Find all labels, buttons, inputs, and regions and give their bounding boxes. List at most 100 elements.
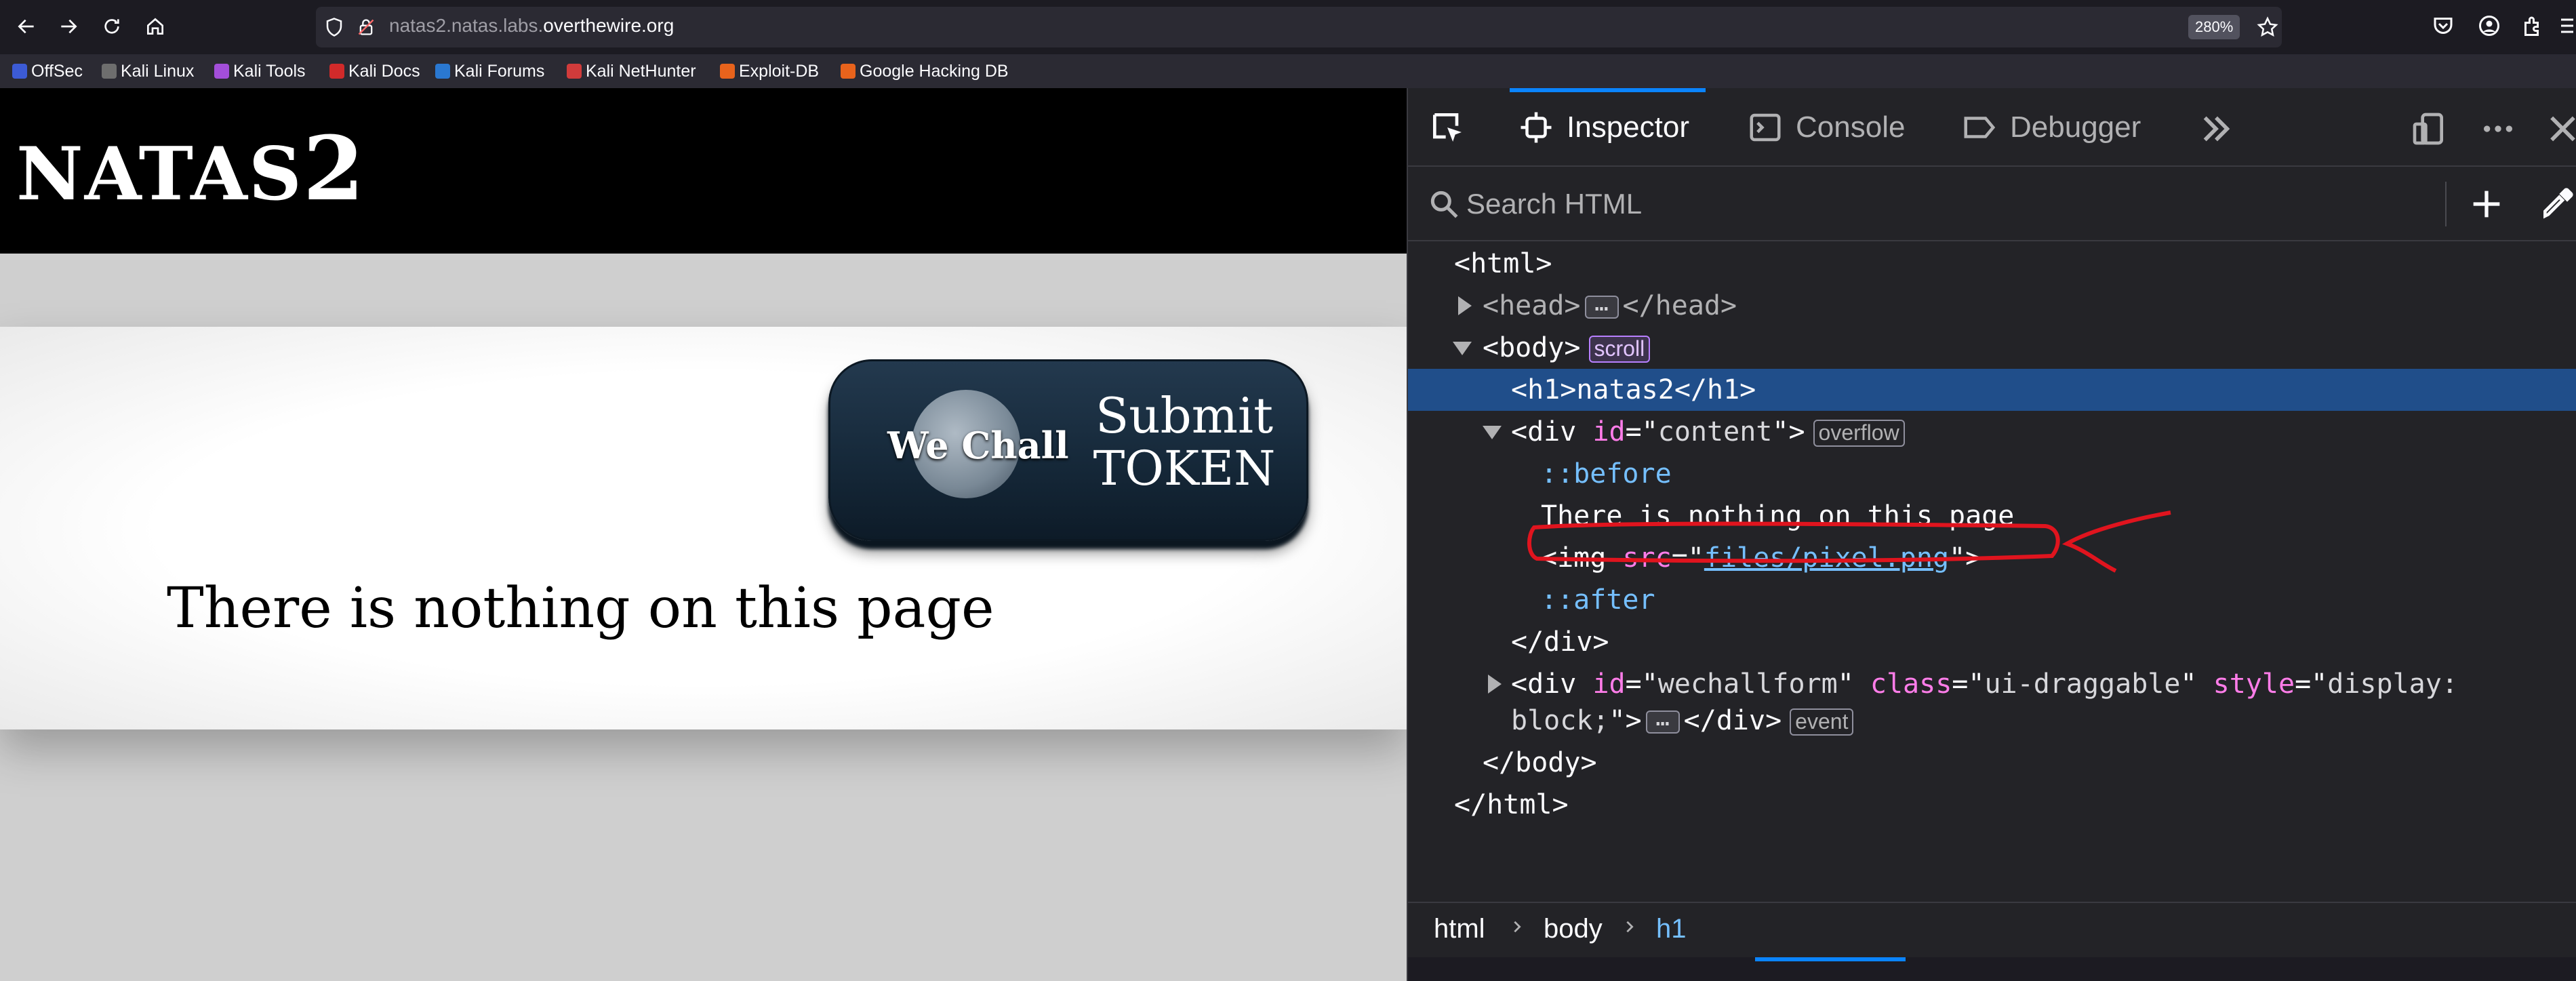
url-bar[interactable]: natas2.natas.labs.overthewire.org 280% bbox=[316, 7, 2282, 47]
url-domain: overthewire.org bbox=[543, 15, 675, 36]
tree-row-before[interactable]: ::before bbox=[1408, 453, 2576, 495]
browser-toolbar: natas2.natas.labs.overthewire.org 280% bbox=[0, 0, 2576, 54]
devtools-panel: Inspector Console Debugger <html> <head>… bbox=[1407, 88, 2576, 981]
offsec-icon bbox=[12, 64, 27, 79]
bookmark-kali-docs[interactable]: Kali Docs bbox=[329, 60, 420, 83]
src-attr: src bbox=[1622, 542, 1672, 574]
tab-inspector-label: Inspector bbox=[1567, 111, 1689, 144]
tab-inspector[interactable]: Inspector bbox=[1510, 88, 1706, 167]
breadcrumb-body[interactable]: body bbox=[1544, 914, 1603, 944]
home-button[interactable] bbox=[138, 9, 172, 43]
bookmark-star-icon[interactable] bbox=[2256, 16, 2279, 39]
bookmark-label: Exploit-DB bbox=[739, 61, 820, 81]
element-picker-icon[interactable] bbox=[1428, 108, 1466, 146]
bookmark-label: OffSec bbox=[31, 61, 83, 81]
tree-row-html-close[interactable]: </html> bbox=[1408, 784, 2576, 826]
more-options-icon[interactable] bbox=[2479, 110, 2517, 148]
kali-dragon-icon bbox=[102, 64, 117, 79]
chevron-double-right-icon[interactable] bbox=[2197, 110, 2235, 148]
console-icon bbox=[1750, 113, 1781, 142]
expand-toggle-icon[interactable] bbox=[1458, 296, 1472, 315]
close-icon[interactable] bbox=[2548, 110, 2576, 148]
bookmark-google-hacking-db[interactable]: Google Hacking DB bbox=[841, 60, 1009, 83]
src-link[interactable]: files/pixel.png bbox=[1704, 542, 1949, 574]
ellipsis-icon[interactable]: … bbox=[1645, 706, 1680, 734]
tree-row-html[interactable]: <html> bbox=[1408, 243, 2576, 285]
text-node: There is nothing on this page bbox=[1541, 500, 2015, 532]
html-close-tag: </html> bbox=[1454, 789, 1569, 820]
sidebar-tabbar bbox=[1408, 957, 2576, 981]
tree-row-after[interactable]: ::after bbox=[1408, 579, 2576, 621]
account-icon[interactable] bbox=[2477, 14, 2501, 38]
kali-forums-icon bbox=[435, 64, 450, 79]
tree-row-img[interactable]: <img src="files/pixel.png"> bbox=[1408, 537, 2576, 579]
shield-icon[interactable] bbox=[324, 16, 344, 38]
arrow-left-icon bbox=[18, 19, 34, 34]
before-pseudo: ::before bbox=[1541, 458, 1672, 489]
bookmark-kali-tools[interactable]: Kali Tools bbox=[214, 60, 306, 83]
url-text[interactable]: natas2.natas.labs.overthewire.org bbox=[389, 15, 674, 37]
tree-row-head[interactable]: <head>… </head> bbox=[1408, 285, 2576, 327]
pocket-icon[interactable] bbox=[2431, 14, 2455, 38]
after-pseudo: ::after bbox=[1541, 584, 1655, 616]
bookmarks-toolbar: OffSec Kali Linux Kali Tools Kali Docs K… bbox=[0, 54, 2576, 88]
scroll-badge[interactable]: scroll bbox=[1588, 336, 1651, 363]
breadcrumb: html body h1 bbox=[1408, 902, 2576, 956]
div-tag-name: div bbox=[1527, 416, 1577, 447]
class-value: ui-draggable bbox=[1984, 668, 2181, 700]
html-open-tag: <html> bbox=[1454, 248, 1552, 279]
style-attr: style bbox=[2213, 668, 2295, 700]
id-attr: id bbox=[1592, 668, 1626, 700]
body-open-tag: <body> bbox=[1483, 332, 1581, 363]
div-tag-name: div bbox=[1527, 668, 1577, 700]
bookmark-offsec[interactable]: OffSec bbox=[12, 60, 83, 83]
id-value: content bbox=[1657, 416, 1773, 447]
chevron-right-icon bbox=[1514, 921, 1521, 933]
tree-row-body[interactable]: <body> scroll bbox=[1408, 327, 2576, 369]
tree-row-div-wechallform[interactable]: <div id="wechallform" class="ui-draggabl… bbox=[1408, 663, 2576, 742]
collapse-toggle-icon[interactable] bbox=[1483, 426, 1502, 439]
arrow-right-icon bbox=[61, 19, 77, 34]
bookmark-kali-linux[interactable]: Kali Linux bbox=[102, 60, 194, 83]
back-button[interactable] bbox=[9, 9, 43, 43]
extensions-icon[interactable] bbox=[2520, 14, 2545, 38]
tree-row-text-node[interactable]: There is nothing on this page bbox=[1408, 495, 2576, 537]
tree-row-div-content[interactable]: <div id="content"> overflow bbox=[1408, 411, 2576, 453]
sidebar-active-tab-indicator[interactable] bbox=[1755, 957, 1906, 961]
plus-icon[interactable] bbox=[2467, 184, 2506, 224]
bookmark-exploit-db[interactable]: Exploit-DB bbox=[720, 60, 819, 83]
eyedropper-icon[interactable] bbox=[2539, 184, 2576, 222]
overflow-badge[interactable]: overflow bbox=[1813, 420, 1905, 447]
ellipsis-icon[interactable]: … bbox=[1584, 292, 1619, 319]
lock-insecure-icon[interactable] bbox=[357, 16, 376, 38]
forward-button[interactable] bbox=[52, 9, 85, 43]
menu-icon[interactable] bbox=[2558, 14, 2576, 38]
search-html-input[interactable] bbox=[1466, 184, 2483, 224]
bookmark-kali-forums[interactable]: Kali Forums bbox=[435, 60, 544, 83]
tree-row-h1-selected[interactable]: <h1>natas2</h1> bbox=[1408, 369, 2576, 411]
tab-console[interactable]: Console bbox=[1747, 88, 1905, 167]
debugger-icon bbox=[1964, 117, 1996, 138]
breadcrumb-html[interactable]: html bbox=[1434, 914, 1485, 944]
event-badge[interactable]: event bbox=[1790, 708, 1854, 736]
wechall-submit-token-button[interactable]: We Chall Submit TOKEN bbox=[828, 359, 1308, 541]
expand-toggle-icon[interactable] bbox=[1488, 675, 1502, 694]
search-icon bbox=[1430, 191, 1458, 218]
breadcrumb-h1[interactable]: h1 bbox=[1656, 914, 1687, 944]
tab-debugger[interactable]: Debugger bbox=[1961, 88, 2141, 167]
tree-row-div-close[interactable]: </div> bbox=[1408, 621, 2576, 663]
page-title: NATAS2 bbox=[16, 118, 365, 225]
web-page-viewport: NATAS2 There is nothing on this page We … bbox=[0, 88, 1407, 981]
reload-button[interactable] bbox=[95, 9, 129, 43]
page-title-number: 2 bbox=[302, 117, 366, 220]
responsive-design-icon[interactable] bbox=[2410, 110, 2448, 148]
home-icon bbox=[147, 18, 163, 35]
h1-node: <h1>natas2</h1> bbox=[1511, 374, 1756, 405]
kali-docs-icon bbox=[329, 64, 344, 79]
tree-row-body-close[interactable]: </body> bbox=[1408, 742, 2576, 784]
bookmark-kali-nethunter[interactable]: Kali NetHunter bbox=[567, 60, 696, 83]
zoom-level-badge[interactable]: 280% bbox=[2188, 15, 2240, 39]
class-attr: class bbox=[1870, 668, 1952, 700]
bookmark-label: Kali NetHunter bbox=[586, 61, 696, 81]
collapse-toggle-icon[interactable] bbox=[1453, 342, 1472, 355]
